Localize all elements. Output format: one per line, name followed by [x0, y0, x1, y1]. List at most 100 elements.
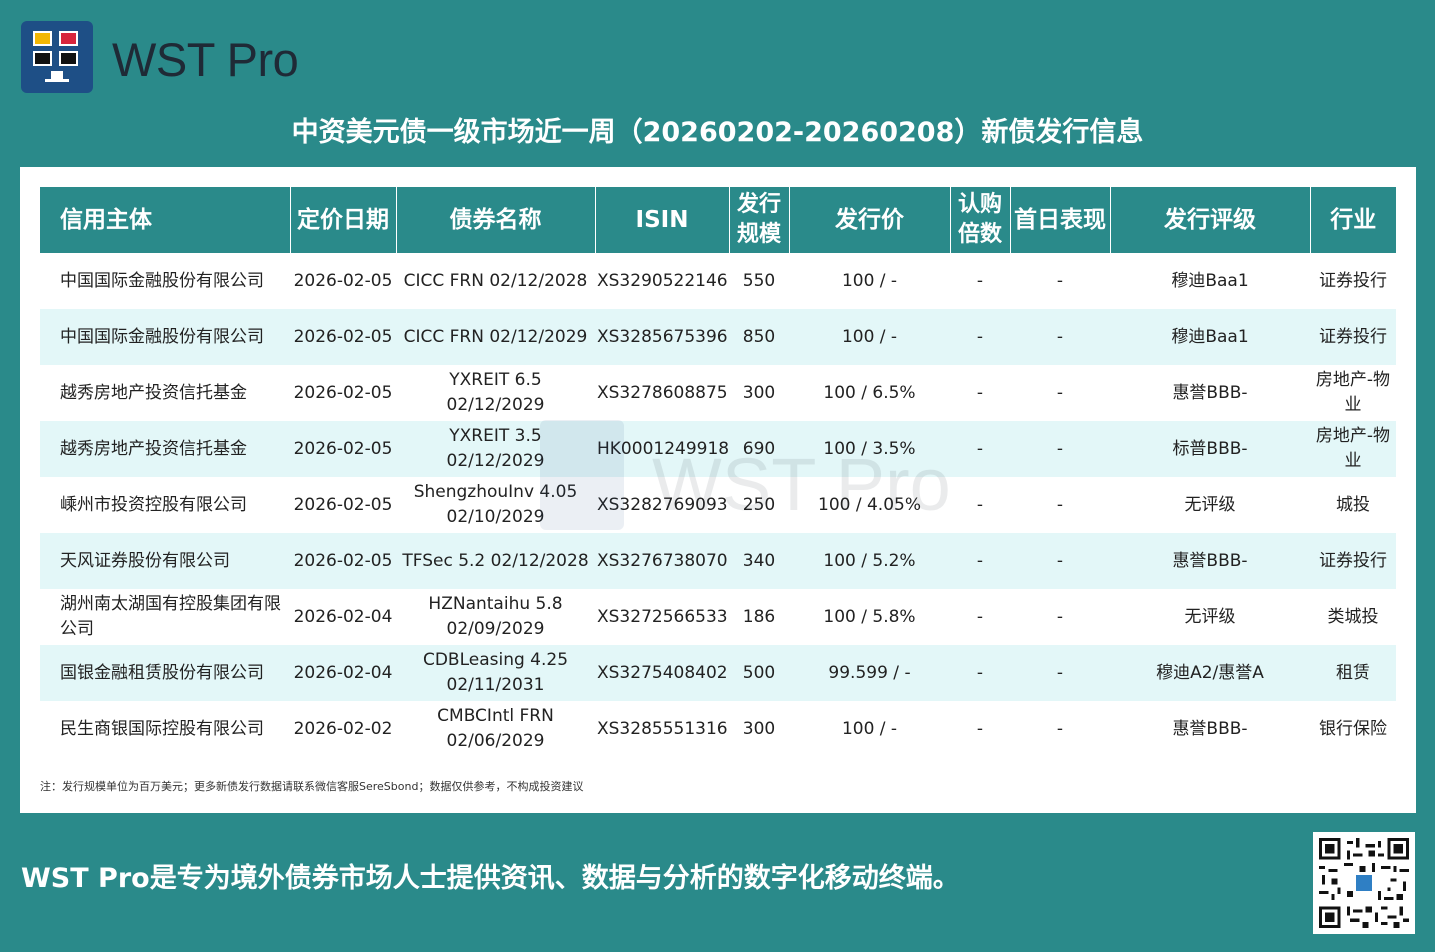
cell-date: 2026-02-05 — [293, 270, 393, 291]
cell-firstday: - — [1010, 309, 1110, 365]
column-header: 首日表现 — [1010, 187, 1111, 253]
cell-firstday: - — [1056, 382, 1064, 403]
cell-industry: 类城投 — [1327, 606, 1379, 627]
column-header: 发行价 — [789, 187, 951, 253]
cell-rating: 无评级 — [1184, 606, 1236, 627]
footer-tagline: WST Pro是专为境外债券市场人士提供资讯、数据与分析的数字化移动终端。 — [21, 863, 960, 894]
column-header: 行业 — [1310, 187, 1396, 253]
cell-issuer: 嵊州市投资控股有限公司 — [60, 494, 247, 515]
cell-rating: 惠誉BBB- — [1172, 718, 1248, 739]
cell-bond: HZNantaihu 5.8 02/09/2029 — [428, 594, 563, 639]
cell-firstday: - — [1056, 494, 1064, 515]
cell-bond: TFSec 5.2 02/12/2028 — [396, 533, 595, 589]
table-row: 国银金融租赁股份有限公司 2026-02-04 CDBLeasing 4.25 02… — [40, 645, 1396, 701]
table-row: 越秀房地产投资信托基金 2026-02-05 YXREIT 3.5 02/12/20… — [40, 421, 1396, 477]
cell-bond: ShengzhouInv 4.05 02/10/2029 — [413, 482, 578, 527]
cell-size: 186 — [742, 606, 776, 627]
cell-rating: 穆迪A2/惠誉A — [1110, 645, 1310, 701]
cell-price: 100 / - — [841, 270, 898, 291]
cell-price: 100 / 6.5% — [823, 382, 916, 403]
cell-size: 500 — [729, 645, 789, 701]
cell-isin: XS3276738070 — [595, 533, 729, 589]
cell-bond: YXREIT 6.5 02/12/2029 — [446, 370, 545, 415]
footnote: 注：发行规模单位为百万美元；更多新债发行数据请联系微信客服SereSbond；数… — [40, 780, 584, 793]
cell-issuer: 中国国际金融股份有限公司 — [60, 270, 264, 291]
cell-bond: CMBCIntl FRN 02/06/2029 — [437, 706, 554, 751]
page-title: 中资美元债一级市场近一周（20260202-20260208）新债发行信息 — [291, 117, 1144, 148]
qr-code-icon[interactable] — [1313, 832, 1415, 934]
cell-issuer: 国银金融租赁股份有限公司 — [40, 645, 290, 701]
column-header: 发行评级 — [1110, 187, 1311, 253]
cell-size: 690 — [729, 421, 789, 477]
cell-sub: - — [976, 718, 984, 739]
cell-isin: XS3278608875 — [597, 382, 728, 403]
cell-firstday: - — [1056, 718, 1064, 739]
table-row: 中国国际金融股份有限公司 2026-02-05 CICC FRN 02/12/202… — [40, 253, 1396, 309]
cell-price: 100 / - — [789, 309, 950, 365]
cell-date: 2026-02-05 — [293, 382, 393, 403]
column-header: ISIN — [595, 187, 730, 253]
table-row: 中国国际金融股份有限公司 2026-02-05 CICC FRN 02/12/202… — [40, 309, 1396, 365]
cell-sub: - — [950, 421, 1010, 477]
cell-issuer: 天风证券股份有限公司 — [40, 533, 290, 589]
cell-price: 100 / 5.8% — [823, 606, 916, 627]
cell-firstday: - — [1010, 645, 1110, 701]
cell-rating: 无评级 — [1184, 494, 1236, 515]
column-header: 债券名称 — [396, 187, 596, 253]
cell-isin: XS3272566533 — [597, 606, 728, 627]
cell-bond: CDBLeasing 4.25 02/11/2031 — [396, 645, 595, 701]
cell-isin: XS3290522146 — [597, 270, 728, 291]
cell-industry: 证券投行 — [1319, 270, 1387, 291]
bond-table: 信用主体 定价日期 债券名称 ISIN 发行规模 发行价 认购倍数 首日表现 发… — [40, 187, 1396, 757]
cell-firstday: - — [1010, 421, 1110, 477]
table-row: 民生商银国际控股有限公司 2026-02-02 CMBCIntl FRN 02/06… — [40, 701, 1396, 757]
cell-size: 300 — [742, 382, 776, 403]
table-header-row: 信用主体 定价日期 债券名称 ISIN 发行规模 发行价 认购倍数 首日表现 发… — [40, 187, 1396, 253]
cell-sub: - — [950, 645, 1010, 701]
column-header: 发行规模 — [729, 187, 790, 253]
cell-price: 100 / - — [841, 718, 898, 739]
cell-size: 550 — [742, 270, 776, 291]
cell-sub: - — [950, 309, 1010, 365]
cell-issuer: 越秀房地产投资信托基金 — [40, 421, 290, 477]
cell-size: 250 — [742, 494, 776, 515]
cell-date: 2026-02-05 — [290, 533, 396, 589]
cell-isin: XS3285551316 — [597, 718, 728, 739]
cell-industry: 银行保险 — [1319, 718, 1387, 739]
cell-size: 850 — [729, 309, 789, 365]
logo-icon — [21, 21, 93, 93]
cell-industry: 房地产-物业 — [1315, 370, 1391, 415]
cell-sub: - — [976, 382, 984, 403]
cell-date: 2026-02-05 — [290, 421, 396, 477]
cell-issuer: 湖州南太湖国有控股集团有限公司 — [60, 594, 281, 639]
cell-sub: - — [976, 270, 984, 291]
column-header: 信用主体 — [40, 187, 291, 253]
cell-isin: XS3282769093 — [597, 494, 728, 515]
cell-issuer: 中国国际金融股份有限公司 — [40, 309, 290, 365]
cell-firstday: - — [1010, 533, 1110, 589]
cell-rating: 穆迪Baa1 — [1171, 270, 1249, 291]
cell-date: 2026-02-04 — [293, 606, 393, 627]
brand-name: WST Pro — [112, 33, 299, 86]
cell-size: 300 — [742, 718, 776, 739]
cell-issuer: 民生商银国际控股有限公司 — [60, 718, 264, 739]
cell-isin: XS3285675396 — [595, 309, 729, 365]
cell-rating: 标普BBB- — [1110, 421, 1310, 477]
cell-issuer: 越秀房地产投资信托基金 — [60, 382, 247, 403]
cell-industry: 租赁 — [1310, 645, 1396, 701]
cell-date: 2026-02-04 — [290, 645, 396, 701]
cell-bond: CICC FRN 02/12/2028 — [403, 270, 588, 291]
cell-firstday: - — [1056, 270, 1064, 291]
cell-date: 2026-02-05 — [290, 309, 396, 365]
cell-isin: XS3275408402 — [595, 645, 729, 701]
cell-industry: 房地产-物业 — [1310, 421, 1396, 477]
cell-rating: 惠誉BBB- — [1110, 533, 1310, 589]
cell-size: 340 — [729, 533, 789, 589]
cell-sub: - — [950, 533, 1010, 589]
table-row: 越秀房地产投资信托基金 2026-02-05 YXREIT 6.5 02/12/20… — [40, 365, 1396, 421]
column-header: 定价日期 — [290, 187, 397, 253]
cell-sub: - — [976, 606, 984, 627]
cell-date: 2026-02-02 — [293, 718, 393, 739]
cell-industry: 证券投行 — [1310, 309, 1396, 365]
cell-price: 99.599 / - — [789, 645, 950, 701]
